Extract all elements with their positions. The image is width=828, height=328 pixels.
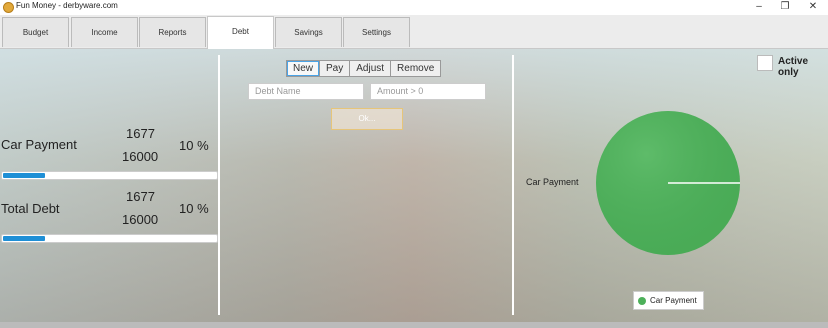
legend-marker [638,296,646,305]
adjust-button[interactable]: Adjust [350,61,392,76]
debt-percent: 10 % [179,138,209,153]
amount-input[interactable]: Amount > 0 [370,83,486,100]
status-bar [0,322,828,328]
debt-name-input[interactable]: Debt Name [248,83,364,100]
close-button[interactable]: ✕ [800,0,826,14]
restore-button[interactable]: ❐ [772,0,798,14]
remove-button[interactable]: Remove [391,61,441,76]
active-only-checkbox[interactable] [757,55,773,71]
debt-total: 16000 [122,149,159,164]
tab-savings[interactable]: Savings [275,17,342,47]
total-debt-progress-bar [1,234,218,243]
total-debt-paid: 1677 [126,189,155,204]
debt-name: Car Payment [1,137,77,152]
legend-label: Car Payment [650,296,697,305]
debt-progress-bar [1,171,218,180]
tab-settings[interactable]: Settings [343,17,410,47]
window-title: Fun Money - derbyware.com [16,1,118,10]
active-only-label: Active only [778,56,809,78]
total-debt-progress-fill [3,236,45,241]
column-divider [218,55,220,315]
title-bar: Fun Money - derbyware.com – ❐ ✕ [0,0,828,15]
tab-income[interactable]: Income [71,17,138,47]
minimize-button[interactable]: – [746,0,772,14]
app-icon [3,2,14,13]
debt-panel: Car Payment 1677 16000 10 % Total Debt 1… [0,49,828,328]
pie-chart [596,111,740,255]
total-debt-label: Total Debt [1,201,60,216]
tab-bar: Budget Income Reports Debt Savings Setti… [0,15,828,49]
ok-button[interactable]: Ok... [331,108,403,130]
debt-paid: 1677 [126,126,155,141]
tab-budget[interactable]: Budget [2,17,69,47]
chart-legend: Car Payment [633,291,704,310]
tab-reports[interactable]: Reports [139,17,206,47]
pie-slice-label: Car Payment [526,177,579,187]
action-segmented-control: New Pay Adjust Remove [286,60,442,77]
pay-button[interactable]: Pay [320,61,351,76]
total-debt-total: 16000 [122,212,159,227]
debt-progress-fill [3,173,45,178]
new-button[interactable]: New [287,61,321,76]
column-divider [512,55,514,315]
tab-debt[interactable]: Debt [207,16,274,49]
total-debt-percent: 10 % [179,201,209,216]
